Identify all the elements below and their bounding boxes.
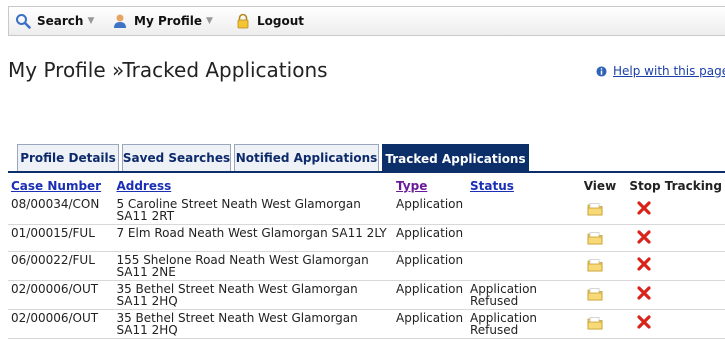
my-profile-menu-label: My Profile: [134, 14, 203, 28]
folder-icon[interactable]: [587, 286, 603, 302]
tab-notified-applications[interactable]: Notified Applications: [234, 144, 379, 171]
column-header-status[interactable]: Status: [467, 176, 581, 196]
help-link-label: Help with this page: [613, 64, 725, 78]
stop-tracking-cell: [626, 251, 725, 281]
case-number-cell: 02/00006/OUT: [8, 309, 114, 339]
red-x-icon[interactable]: [637, 201, 651, 215]
address-cell: 7 Elm Road Neath West Glamorgan SA11 2LY: [113, 224, 394, 252]
folder-icon[interactable]: [587, 315, 603, 331]
folder-icon[interactable]: [587, 201, 603, 217]
stop-tracking-cell: [626, 224, 725, 252]
sort-status-link[interactable]: Status: [470, 179, 514, 193]
stop-tracking-cell: [626, 309, 725, 339]
table-header-row: Case Number Address Type Status View Sto…: [8, 176, 725, 196]
column-header-stop-tracking: Stop Tracking: [629, 179, 722, 193]
search-menu[interactable]: Search ▼: [15, 12, 94, 30]
table-row: 02/00006/OUT 35 Bethel Street Neath West …: [8, 309, 725, 339]
info-icon: [596, 65, 607, 77]
tab-saved-searches[interactable]: Saved Searches: [122, 144, 231, 171]
tab-divider: [8, 171, 725, 173]
tab-profile-details[interactable]: Profile Details: [17, 144, 119, 171]
status-cell: [466, 251, 581, 281]
help-link[interactable]: Help with this page: [596, 64, 725, 78]
case-number-cell: 02/00006/OUT: [8, 280, 114, 310]
search-menu-label: Search: [37, 14, 84, 28]
stop-tracking-cell: [626, 196, 725, 225]
view-cell: [580, 280, 627, 310]
case-number-cell: 06/00022/FUL: [8, 251, 114, 281]
tab-label: Notified Applications: [235, 151, 378, 165]
sort-address-link[interactable]: Address: [116, 179, 171, 193]
column-header-case-number[interactable]: Case Number: [8, 176, 113, 196]
address-cell: 155 Shelone Road Neath West Glamorgan SA…: [113, 251, 394, 281]
type-cell: Application: [393, 224, 467, 252]
folder-icon[interactable]: [587, 230, 603, 246]
type-cell: Application: [393, 280, 467, 310]
table-row: 01/00015/FUL 7 Elm Road Neath West Glamor…: [8, 224, 725, 252]
status-cell: [466, 196, 581, 225]
search-icon: [16, 14, 31, 29]
stop-tracking-cell: [626, 280, 725, 310]
view-cell: [580, 309, 627, 339]
red-x-icon[interactable]: [637, 286, 651, 300]
logout-button[interactable]: Logout: [235, 12, 304, 30]
address-cell: 35 Bethel Street Neath West Glamorgan SA…: [113, 280, 394, 310]
status-cell: Application Refused: [466, 280, 581, 310]
tab-label: Profile Details: [20, 151, 116, 165]
case-number-cell: 08/00034/CON: [8, 196, 114, 225]
red-x-icon[interactable]: [637, 230, 651, 244]
table-row: 06/00022/FUL 155 Shelone Road Neath West …: [8, 251, 725, 281]
tab-tracked-applications[interactable]: Tracked Applications: [382, 144, 529, 172]
address-cell: 35 Bethel Street Neath West Glamorgan SA…: [113, 309, 394, 339]
address-cell: 5 Caroline Street Neath West Glamorgan S…: [113, 196, 394, 225]
padlock-icon: [237, 13, 249, 29]
red-x-icon[interactable]: [637, 315, 651, 329]
sort-type-link[interactable]: Type: [396, 179, 427, 193]
chevron-down-icon: ▼: [206, 16, 213, 26]
tab-label: Tracked Applications: [385, 151, 526, 166]
table-row: 08/00034/CON 5 Caroline Street Neath West…: [8, 196, 725, 225]
red-x-icon[interactable]: [637, 257, 651, 271]
tab-label: Saved Searches: [122, 151, 231, 165]
view-cell: [580, 196, 627, 225]
my-profile-menu[interactable]: My Profile ▼: [112, 12, 213, 30]
folder-icon[interactable]: [587, 257, 603, 273]
status-cell: Application Refused: [466, 309, 581, 339]
sort-case-number-link[interactable]: Case Number: [11, 179, 101, 193]
chevron-down-icon: ▼: [87, 16, 95, 26]
type-cell: Application: [393, 309, 467, 339]
column-header-view: View: [583, 179, 617, 193]
user-icon: [114, 14, 126, 28]
column-header-type[interactable]: Type: [393, 176, 467, 196]
type-cell: Application: [393, 196, 467, 225]
view-cell: [580, 251, 627, 281]
tracked-applications-table: Case Number Address Type Status View Sto…: [8, 176, 725, 339]
type-cell: Application: [393, 251, 467, 281]
case-number-cell: 01/00015/FUL: [8, 224, 114, 252]
logout-label: Logout: [257, 14, 305, 28]
view-cell: [580, 224, 627, 252]
column-header-address[interactable]: Address: [113, 176, 393, 196]
page-title: My Profile »Tracked Applications: [8, 58, 328, 82]
table-row: 02/00006/OUT 35 Bethel Street Neath West …: [8, 280, 725, 310]
top-toolbar: Search ▼ My Profile ▼ Logout: [8, 6, 725, 36]
status-cell: [466, 224, 581, 252]
